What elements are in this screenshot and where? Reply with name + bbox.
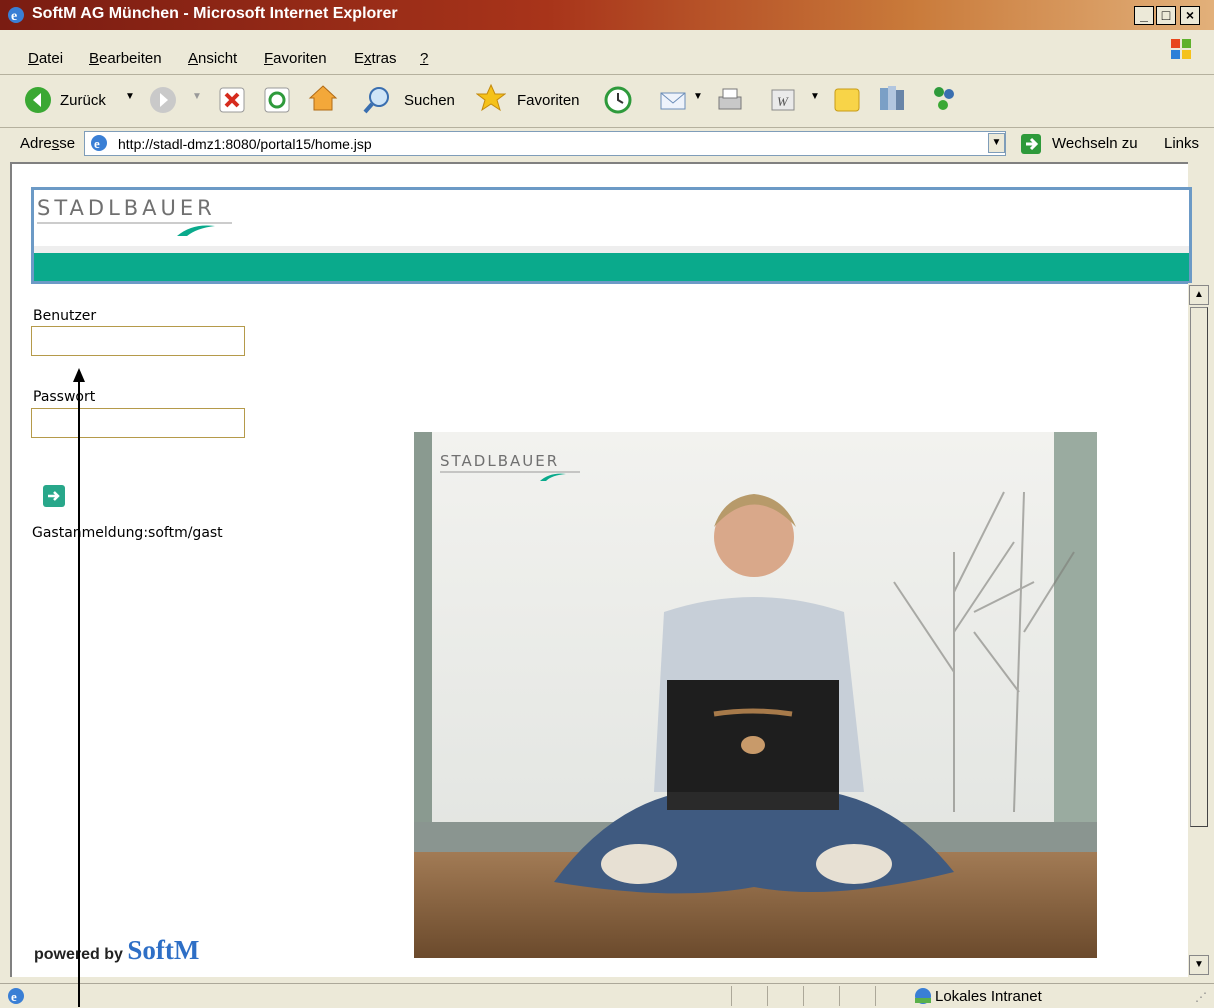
banner-divider xyxy=(34,246,1189,253)
back-dropdown-icon[interactable]: ▼ xyxy=(125,91,135,102)
photo-logo-text: STADLBAUER xyxy=(440,452,560,470)
scroll-thumb[interactable] xyxy=(1190,307,1208,827)
research-icon[interactable] xyxy=(877,83,907,113)
url-dropdown-icon[interactable]: ▼ xyxy=(988,133,1005,153)
svg-text:e: e xyxy=(11,989,17,1004)
go-button-label[interactable]: Wechseln zu xyxy=(1052,135,1138,152)
header-banner: STADLBAUER xyxy=(31,187,1192,284)
menu-ansicht[interactable]: Ansicht xyxy=(188,50,237,67)
svg-text:e: e xyxy=(94,136,100,151)
messenger-icon[interactable] xyxy=(929,83,959,113)
scroll-down-icon[interactable]: ▼ xyxy=(1189,955,1209,975)
logo-swoosh-icon xyxy=(37,222,232,236)
scroll-up-icon[interactable]: ▲ xyxy=(1189,285,1209,305)
edit-dropdown-icon[interactable]: ▼ xyxy=(810,91,820,102)
search-button-label[interactable]: Suchen xyxy=(404,92,455,109)
forward-icon[interactable] xyxy=(148,85,178,115)
url-text: http://stadl-dmz1:8080/portal15/home.jsp xyxy=(118,136,372,152)
history-icon[interactable] xyxy=(603,85,633,115)
status-panel xyxy=(767,986,804,1006)
maximize-button[interactable]: □ xyxy=(1156,6,1176,25)
title-bar: e SoftM AG München - Microsoft Internet … xyxy=(0,0,1214,30)
username-input[interactable] xyxy=(31,326,245,356)
status-panel xyxy=(839,986,876,1006)
resize-grip-icon[interactable]: ⋰ xyxy=(1195,990,1207,1004)
links-button[interactable]: Links xyxy=(1164,135,1199,152)
menu-favoriten[interactable]: Favoriten xyxy=(264,50,327,67)
discuss-icon[interactable] xyxy=(832,85,862,115)
page-ie-icon: e xyxy=(91,135,107,151)
toolbar: Zurück ▼ ▼ Suchen Favoriten ▼ W ▼ xyxy=(0,75,1214,128)
stadlbauer-logo: STADLBAUER xyxy=(37,196,216,220)
minimize-button[interactable]: _ xyxy=(1134,6,1154,25)
status-page-icon: e xyxy=(8,988,24,1004)
mail-icon[interactable] xyxy=(658,85,688,115)
windows-logo-icon xyxy=(1171,39,1191,59)
intranet-zone-icon xyxy=(915,988,931,1004)
address-label: Adresse xyxy=(20,135,76,152)
menu-extras[interactable]: Extras xyxy=(354,50,397,67)
login-button[interactable] xyxy=(43,485,65,507)
login-arrow-icon xyxy=(48,491,60,501)
favorites-button-label[interactable]: Favoriten xyxy=(517,92,580,109)
user-label: Benutzer xyxy=(33,308,97,324)
security-zone-label: Lokales Intranet xyxy=(935,988,1042,1005)
guest-login-text: Gastanmeldung:softm/gast xyxy=(32,525,223,541)
status-panel xyxy=(731,986,768,1006)
menu-help[interactable]: ? xyxy=(420,50,428,67)
print-icon[interactable] xyxy=(715,85,745,115)
favorites-star-icon[interactable] xyxy=(476,83,506,113)
forward-dropdown-icon[interactable]: ▼ xyxy=(192,91,202,102)
home-icon[interactable] xyxy=(308,83,338,113)
search-icon[interactable] xyxy=(362,85,392,115)
banner-strip xyxy=(34,253,1189,281)
status-panel xyxy=(875,986,906,1006)
photo-man-laptop-image xyxy=(414,432,1097,958)
mail-dropdown-icon[interactable]: ▼ xyxy=(693,91,703,102)
softm-logo: SoftM xyxy=(127,935,200,965)
menu-bearbeiten[interactable]: Bearbeiten xyxy=(89,50,162,67)
password-input[interactable] xyxy=(31,408,245,438)
go-arrow-icon[interactable] xyxy=(1020,133,1042,155)
ie-icon: e xyxy=(8,7,24,24)
back-button-label[interactable]: Zurück xyxy=(60,92,106,109)
url-input[interactable]: e http://stadl-dmz1:8080/portal15/home.j… xyxy=(84,131,1006,156)
photo-logo-swoosh-icon xyxy=(440,471,580,481)
window-title: SoftM AG München - Microsoft Internet Ex… xyxy=(32,5,398,22)
svg-text:e: e xyxy=(11,9,17,24)
menu-datei[interactable]: Datei xyxy=(28,50,63,67)
refresh-icon[interactable] xyxy=(262,85,292,115)
edit-word-icon[interactable]: W xyxy=(768,85,798,115)
status-panel xyxy=(803,986,840,1006)
svg-text:W: W xyxy=(777,94,789,109)
hero-photo: STADLBAUER xyxy=(414,432,1097,958)
back-icon[interactable] xyxy=(23,85,53,115)
close-button[interactable]: × xyxy=(1180,6,1200,25)
stop-icon[interactable] xyxy=(217,85,247,115)
status-bar: e Lokales Intranet ⋰ xyxy=(0,983,1214,1008)
password-label: Passwort xyxy=(33,389,96,405)
address-bar: Adresse e http://stadl-dmz1:8080/portal1… xyxy=(0,128,1214,160)
powered-by-footer: powered by SoftM xyxy=(34,935,199,966)
powered-by-text: powered by xyxy=(34,946,123,963)
menu-bar: Datei Bearbeiten Ansicht Favoriten Extra… xyxy=(0,30,1214,75)
